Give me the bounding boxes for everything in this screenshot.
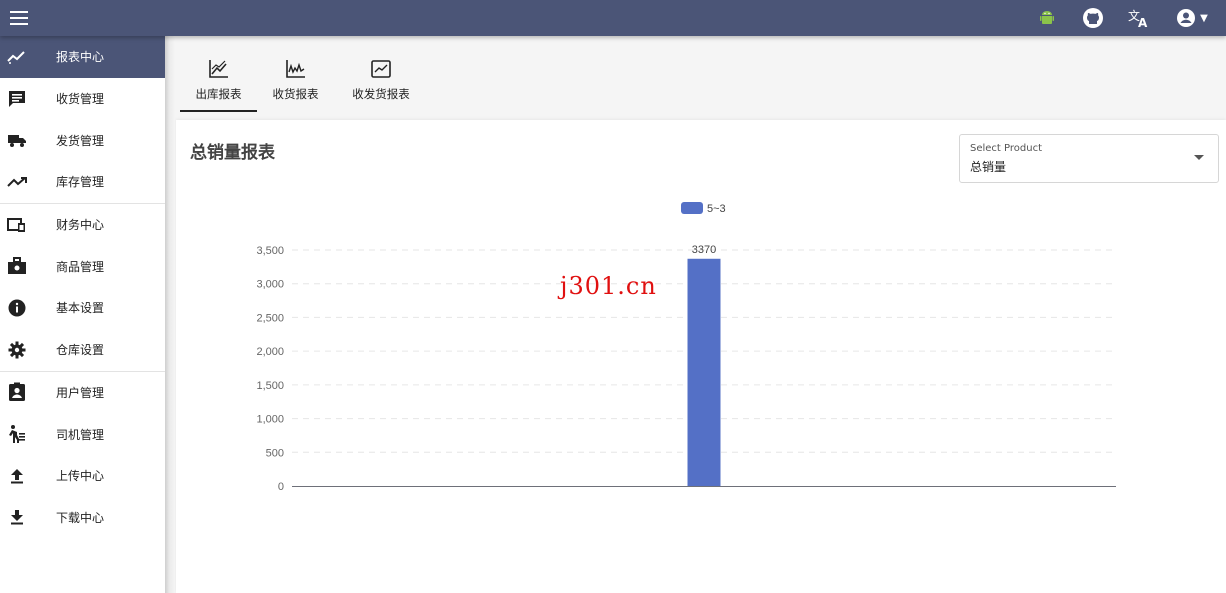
legend-label: 5~3	[707, 203, 726, 215]
sidebar-item-label: 基本设置	[56, 301, 105, 316]
gear-icon	[7, 340, 27, 360]
devices-icon	[7, 215, 27, 235]
bar	[687, 258, 721, 486]
sidebar-item-label: 上传中心	[56, 469, 105, 484]
sidebar-item-receiving[interactable]: 收货管理	[0, 78, 165, 120]
menu-button[interactable]	[6, 5, 32, 31]
briefcase-icon	[7, 256, 27, 276]
sidebar-item-label: 商品管理	[56, 259, 105, 274]
android-app-button[interactable]	[1034, 5, 1060, 31]
sidebar-item-products[interactable]: 商品管理	[0, 245, 165, 287]
chart-line-icon	[208, 58, 230, 80]
upload-icon	[7, 466, 27, 486]
y-tick-label: 3,000	[256, 279, 284, 291]
sidebar-item-label: 下载中心	[56, 510, 105, 525]
y-tick-label: 3,500	[256, 245, 284, 257]
download-icon	[7, 507, 27, 527]
y-tick-label: 0	[278, 481, 284, 493]
y-tick-label: 2,000	[256, 346, 284, 358]
contact-badge-icon	[7, 382, 27, 402]
y-tick-label: 500	[266, 447, 284, 459]
chevron-down-icon: ▼	[1200, 12, 1208, 24]
sidebar-item-users[interactable]: 用户管理	[0, 372, 165, 414]
y-tick-label: 1,000	[256, 414, 284, 426]
sidebar: 报表中心 收货管理 发货管理 库存管理 财务中心 商品管理 基本设置 仓库设置 …	[0, 36, 165, 593]
y-tick-label: 2,500	[256, 312, 284, 324]
tab-label: 出库报表	[195, 87, 242, 101]
android-icon	[1040, 11, 1054, 24]
github-icon	[1083, 8, 1103, 28]
watermark-text: j301.cn	[560, 272, 657, 300]
translate-icon: 文A	[1128, 8, 1148, 28]
tab-label: 收发货报表	[352, 87, 410, 101]
sidebar-item-inventory[interactable]: 库存管理	[0, 161, 165, 203]
bar-data-label: 3370	[692, 244, 716, 256]
sidebar-item-label: 用户管理	[56, 385, 105, 400]
tab-send-receive-report[interactable]: 收发货报表	[334, 54, 428, 112]
sidebar-item-label: 仓库设置	[56, 343, 105, 358]
driver-walk-icon	[7, 424, 27, 444]
sidebar-item-drivers[interactable]: 司机管理	[0, 413, 165, 455]
sidebar-item-label: 司机管理	[56, 427, 105, 442]
sidebar-item-download-center[interactable]: 下载中心	[0, 497, 165, 539]
chart-trend-icon	[7, 47, 27, 67]
sidebar-item-label: 发货管理	[56, 133, 105, 148]
tab-outbound-report[interactable]: 出库报表	[180, 54, 257, 112]
sidebar-item-label: 报表中心	[56, 50, 105, 65]
truck-icon	[7, 130, 27, 150]
account-circle-icon	[1177, 9, 1196, 27]
sidebar-item-label: 财务中心	[56, 218, 105, 233]
tab-receiving-report[interactable]: 收货报表	[257, 54, 334, 112]
chart-wave-icon	[285, 58, 307, 80]
account-menu-button[interactable]: ▼	[1172, 5, 1212, 31]
report-tabs: 出库报表 收货报表 收发货报表	[180, 54, 428, 114]
top-app-bar: 文A ▼	[0, 0, 1226, 36]
legend-swatch	[681, 202, 703, 214]
github-button[interactable]	[1080, 5, 1106, 31]
tab-label: 收货报表	[272, 87, 319, 101]
sidebar-item-label: 库存管理	[56, 175, 105, 190]
sales-bar-chart: 5~3 0 500 1,000 1,500 2,000 2,500 3,000 3,500 337…	[256, 202, 1116, 493]
sidebar-item-basic-settings[interactable]: 基本设置	[0, 287, 165, 329]
sidebar-item-shipping[interactable]: 发货管理	[0, 119, 165, 161]
sidebar-item-upload-center[interactable]: 上传中心	[0, 455, 165, 497]
sidebar-item-finance[interactable]: 财务中心	[0, 204, 165, 246]
chart-box-icon	[370, 58, 392, 80]
message-list-icon	[7, 89, 27, 109]
svg-text:A: A	[1138, 16, 1148, 28]
menu-icon	[10, 11, 28, 25]
language-button[interactable]: 文A	[1126, 5, 1152, 31]
report-card: 总销量报表 Select Product 总销量 5~3 0 500 1,000 1,5…	[176, 120, 1226, 593]
sidebar-item-reports[interactable]: 报表中心	[0, 36, 165, 78]
info-icon	[7, 298, 27, 318]
trending-icon	[7, 172, 27, 192]
y-tick-label: 1,500	[256, 380, 284, 392]
sidebar-shadow	[165, 36, 175, 593]
sidebar-item-label: 收货管理	[56, 92, 105, 107]
sidebar-item-warehouse-settings[interactable]: 仓库设置	[0, 329, 165, 371]
